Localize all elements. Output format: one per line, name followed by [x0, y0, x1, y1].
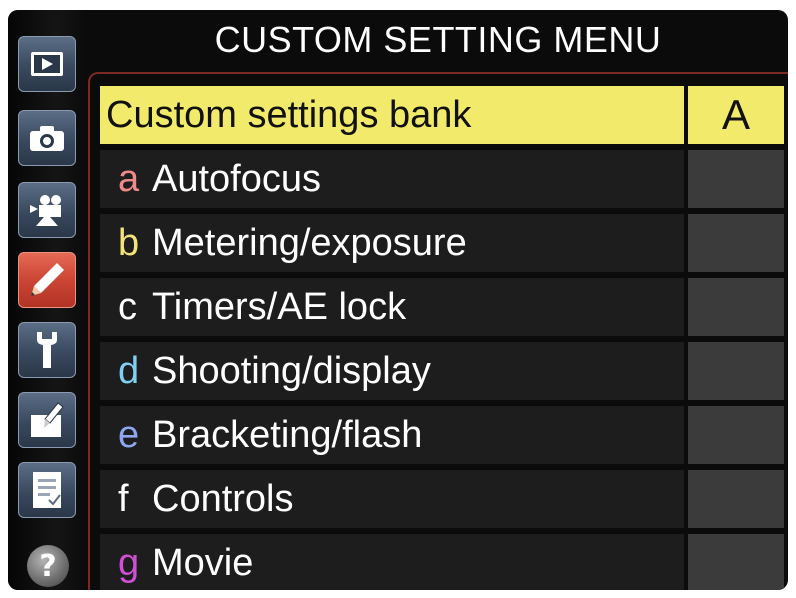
setup-menu-tab[interactable] [18, 322, 76, 378]
menu-item-label: Controls [152, 477, 294, 520]
menu-item-letter: c [118, 285, 137, 328]
menu-item-label: Metering/exposure [152, 221, 467, 264]
shooting-menu-tab[interactable] [18, 110, 76, 166]
help-icon[interactable]: ? [27, 545, 69, 587]
menu-item-value-box [688, 406, 784, 464]
menu-item-value-box [688, 214, 784, 272]
menu-item-letter: f [118, 477, 129, 520]
menu-item-label-box: b Metering/exposure [100, 214, 684, 272]
menu-item-letter: b [118, 221, 140, 264]
menu-item-label-box: a Autofocus [100, 150, 684, 208]
menu-item-letter: d [118, 349, 140, 392]
menu-item-value-box [688, 150, 784, 208]
menu-item-value-box [688, 278, 784, 336]
wrench-icon [37, 332, 57, 368]
menu-title: CUSTOM SETTING MENU [214, 19, 662, 60]
movie-menu-tab[interactable] [18, 182, 76, 238]
movie-camera-icon [30, 195, 61, 226]
bank-label-box: Custom settings bank [100, 86, 684, 144]
playback-icon [31, 52, 63, 76]
my-menu-tab[interactable] [18, 462, 76, 518]
menu-item-label-box: c Timers/AE lock [100, 278, 684, 336]
menu-item-controls[interactable]: f Controls [100, 470, 784, 528]
menu-item-shooting-display[interactable]: d Shooting/display [100, 342, 784, 400]
menu-item-letter: e [118, 413, 140, 456]
menu-item-label: Custom settings bank [106, 93, 472, 136]
menu-item-custom-settings-bank[interactable]: Custom settings bank A [100, 86, 784, 144]
bank-value: A [721, 91, 750, 138]
custom-setting-menu-tab[interactable] [18, 252, 76, 308]
menu-item-label: Shooting/display [152, 349, 431, 392]
pencil-icon [31, 263, 64, 296]
menu-item-autofocus[interactable]: a Autofocus [100, 150, 784, 208]
menu-item-label-box: g Movie [100, 534, 684, 590]
menu-item-value-box [688, 342, 784, 400]
menu-item-movie[interactable]: g Movie [100, 534, 784, 590]
retouch-menu-tab[interactable] [18, 392, 76, 448]
menu-item-bracketing-flash[interactable]: e Bracketing/flash [100, 406, 784, 464]
menu-item-label-box: f Controls [100, 470, 684, 528]
custom-setting-list: Custom settings bank A a Autofocus b Met… [88, 72, 788, 590]
menu-item-label-box: e Bracketing/flash [100, 406, 684, 464]
menu-sidebar: ? [8, 10, 88, 590]
menu-item-letter: g [118, 541, 140, 584]
camera-icon [30, 126, 64, 151]
playback-menu-tab[interactable] [18, 36, 76, 92]
menu-item-letter: a [118, 157, 140, 200]
menu-item-label: Timers/AE lock [152, 285, 407, 328]
menu-item-label: Autofocus [152, 157, 321, 200]
camera-menu-screen: ? CUSTOM SETTING MENU Custom settings ba… [8, 10, 788, 590]
bank-value-box: A [688, 86, 784, 144]
menu-item-label: Movie [152, 541, 254, 584]
my-menu-list-icon [33, 472, 61, 508]
menu-item-label-box: d Shooting/display [100, 342, 684, 400]
menu-item-value-box [688, 470, 784, 528]
menu-item-value-box [688, 534, 784, 590]
menu-item-metering-exposure[interactable]: b Metering/exposure [100, 214, 784, 272]
menu-item-timers-ae-lock[interactable]: c Timers/AE lock [100, 278, 784, 336]
menu-item-label: Bracketing/flash [152, 413, 423, 456]
retouch-brush-icon [31, 402, 64, 437]
